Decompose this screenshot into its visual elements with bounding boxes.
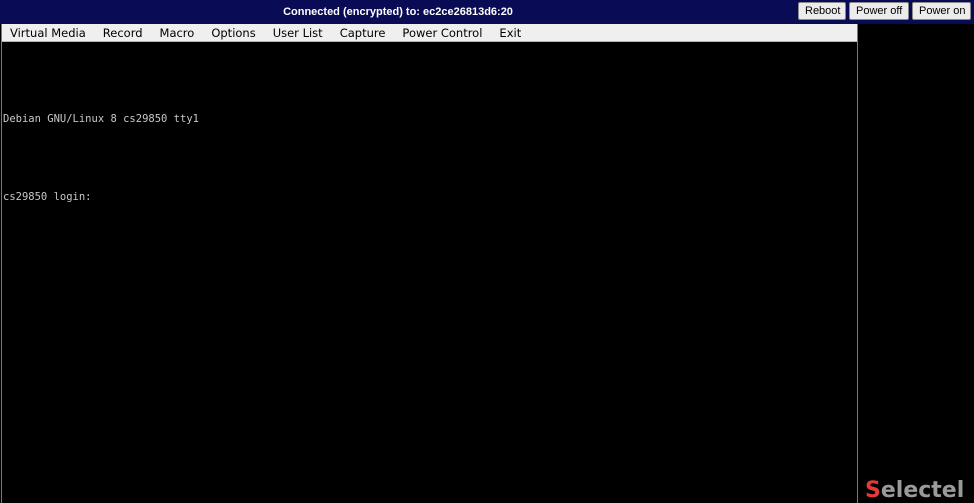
terminal-screen[interactable]: Debian GNU/Linux 8 cs29850 tty1 cs29850 …	[3, 54, 853, 494]
connection-title: Connected (encrypted) to: ec2ce26813d6:2…	[283, 6, 513, 18]
title-bar: Connected (encrypted) to: ec2ce26813d6:2…	[0, 0, 974, 24]
menu-capture[interactable]: Capture	[340, 24, 386, 42]
terminal-banner-line: Debian GNU/Linux 8 cs29850 tty1	[3, 113, 199, 125]
reboot-button[interactable]: Reboot	[798, 2, 846, 20]
power-buttons: Reboot Power off Power on	[798, 2, 971, 20]
power-off-button[interactable]: Power off	[849, 2, 909, 20]
menu-options[interactable]: Options	[211, 24, 255, 42]
menu-power-control[interactable]: Power Control	[402, 24, 482, 42]
terminal-login-prompt: cs29850 login:	[3, 191, 92, 203]
menu-virtual-media[interactable]: Virtual Media	[10, 24, 86, 42]
right-panel: Selectel	[859, 24, 974, 503]
menu-bar: Virtual Media Record Macro Options User …	[2, 24, 857, 42]
power-on-button[interactable]: Power on	[912, 2, 971, 20]
menu-user-list[interactable]: User List	[273, 24, 323, 42]
menu-record[interactable]: Record	[103, 24, 143, 42]
menu-exit[interactable]: Exit	[499, 24, 521, 42]
selectel-logo: Selectel	[865, 478, 965, 503]
kvm-console[interactable]: Virtual Media Record Macro Options User …	[1, 24, 858, 503]
menu-macro[interactable]: Macro	[160, 24, 195, 42]
